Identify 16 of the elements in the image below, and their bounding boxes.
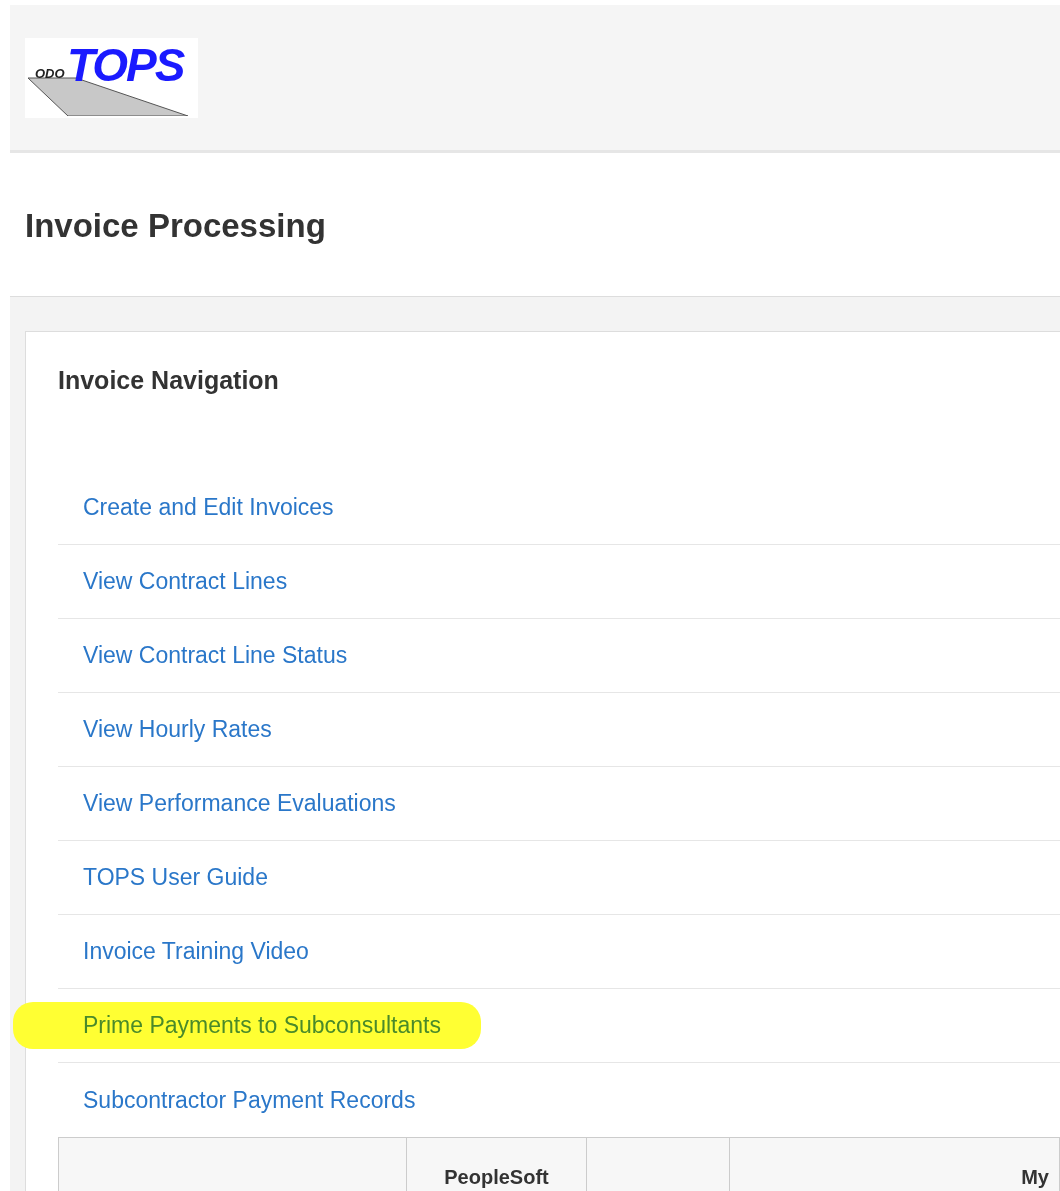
navigation-link[interactable]: Prime Payments to Subconsultants (13, 1002, 481, 1049)
navigation-link[interactable]: View Contract Lines (83, 564, 288, 599)
logo-prefix: ODO (35, 64, 65, 83)
navigation-link[interactable]: Subcontractor Payment Records (83, 1082, 416, 1118)
navigation-link[interactable]: View Hourly Rates (83, 712, 272, 747)
navigation-link[interactable]: TOPS User Guide (83, 860, 268, 895)
panel-title: Invoice Navigation (58, 368, 280, 393)
logo[interactable]: ODO TOPS (25, 37, 198, 118)
page-title: Invoice Processing (25, 209, 327, 242)
logo-wordmark: TOPS (67, 41, 184, 88)
navigation-link[interactable]: View Performance Evaluations (83, 786, 396, 821)
column-header: PeopleSoft (444, 1165, 549, 1190)
navigation-link[interactable]: Create and Edit Invoices (83, 490, 334, 525)
navigation-link[interactable]: View Contract Line Status (83, 638, 348, 673)
column-header: My (1021, 1165, 1049, 1190)
navigation-link[interactable]: Invoice Training Video (83, 934, 309, 969)
